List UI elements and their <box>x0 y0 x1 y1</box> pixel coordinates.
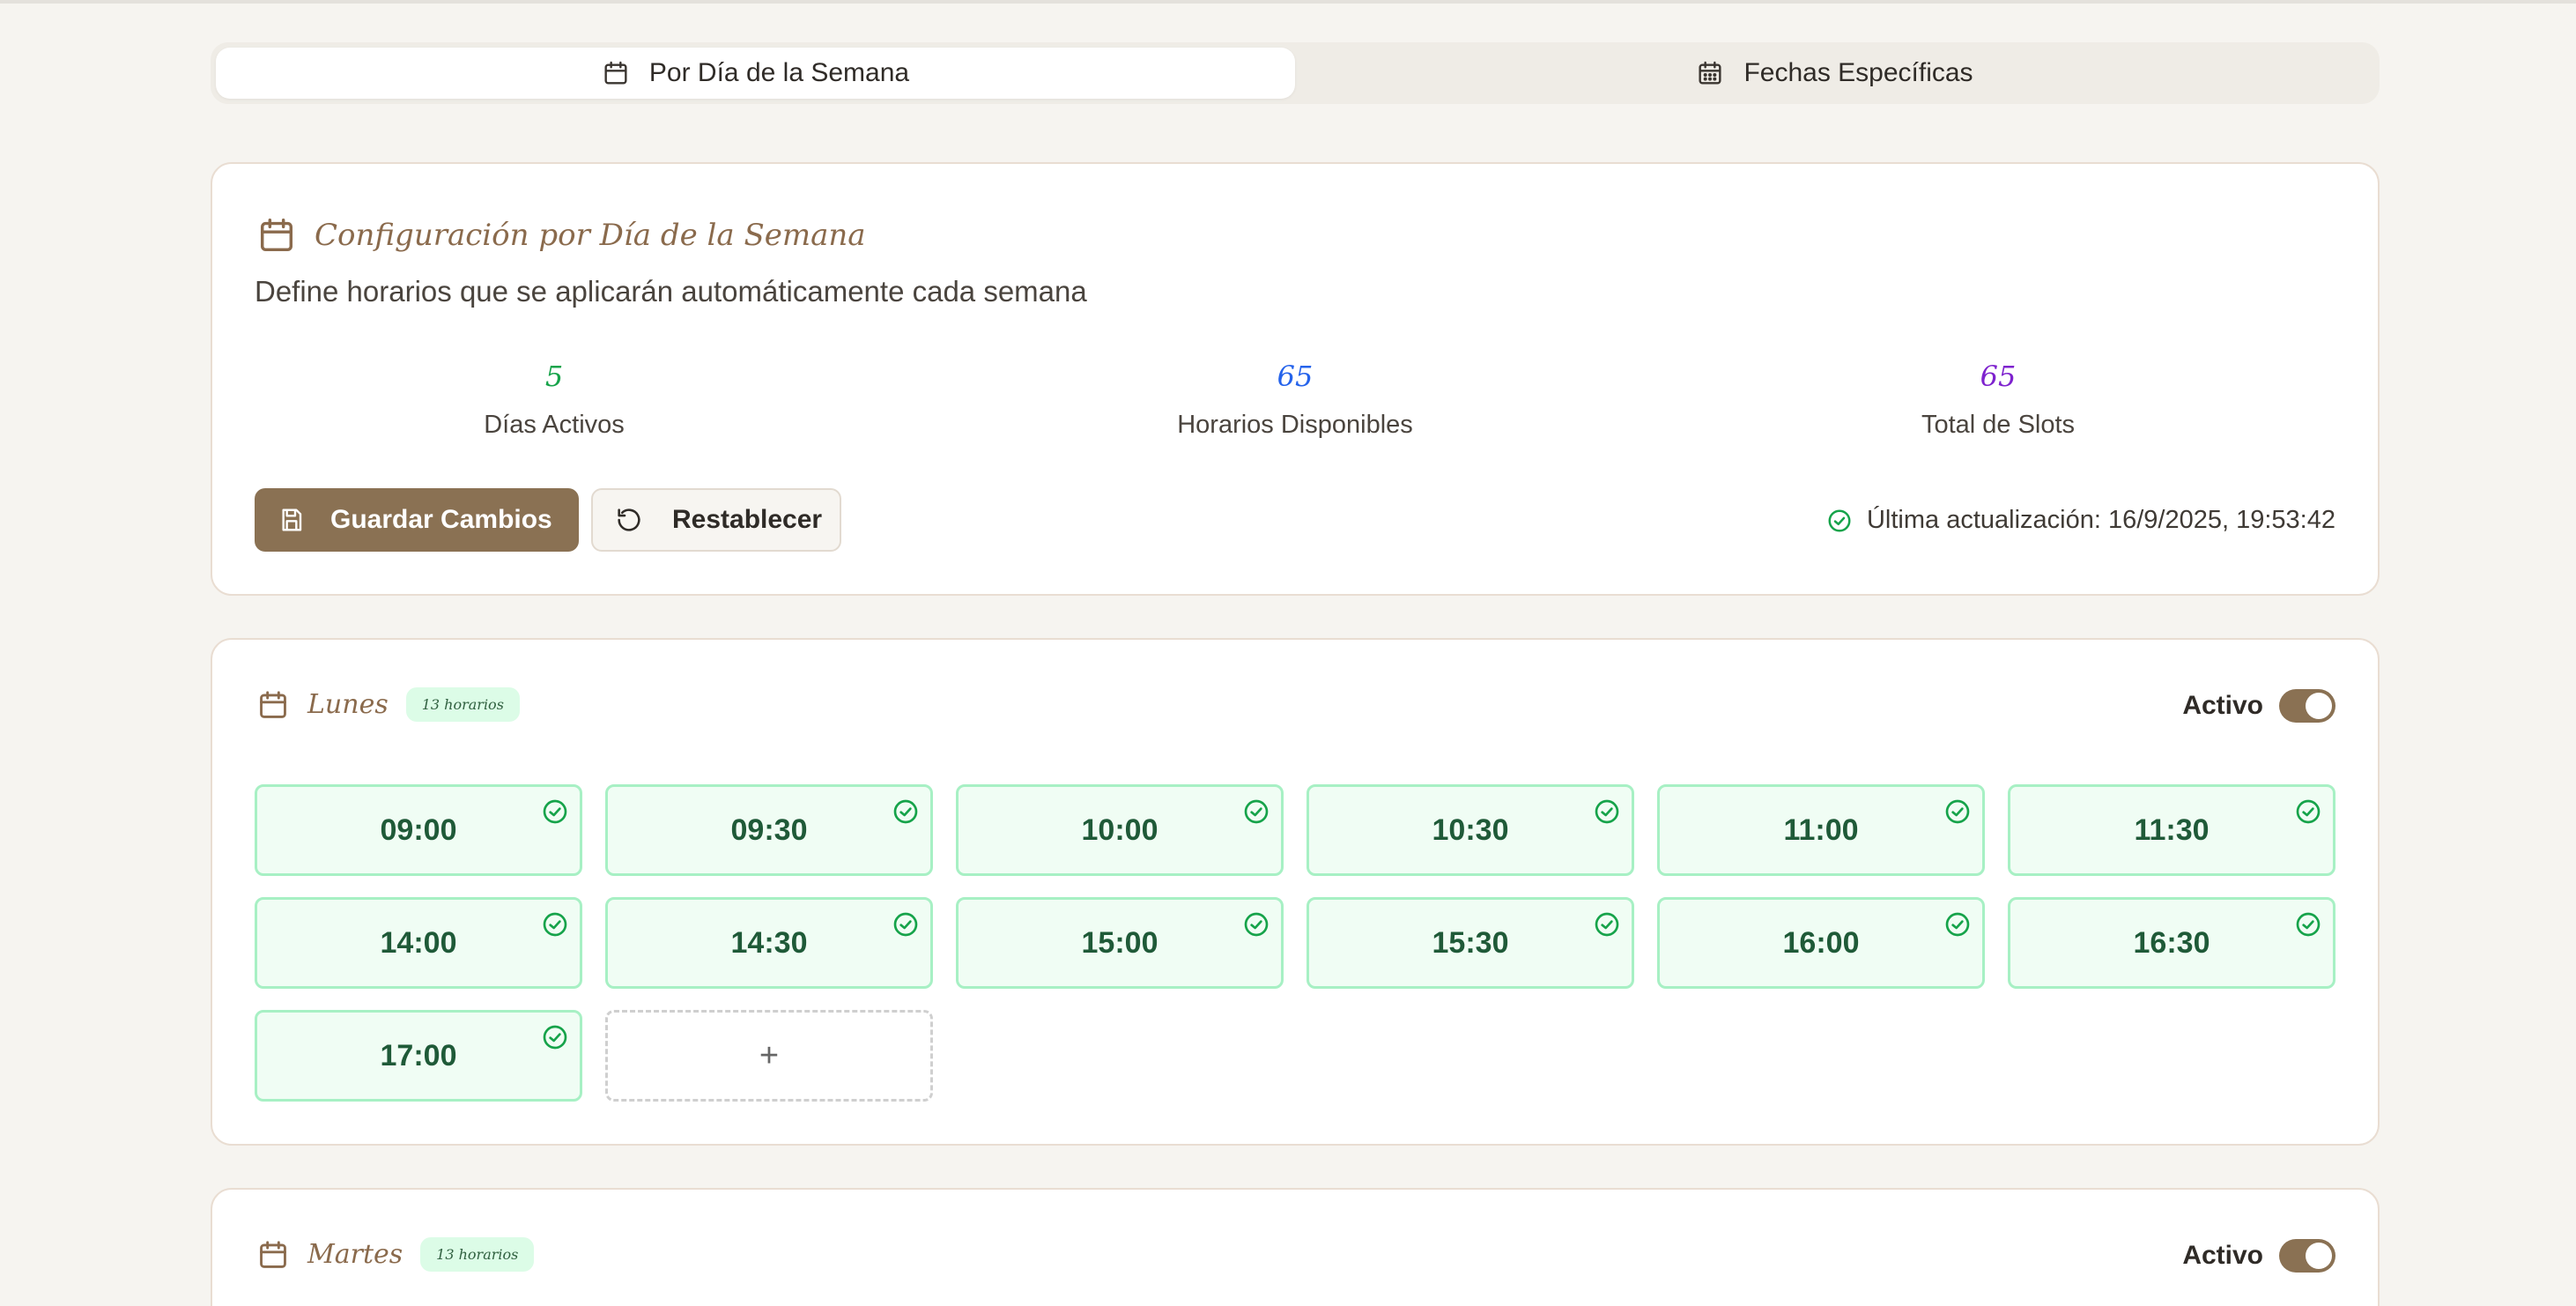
reset-button[interactable]: Restablecer <box>591 488 841 552</box>
check-circle-icon <box>1945 799 1970 824</box>
time-slot[interactable]: 11:00 <box>1657 784 1985 876</box>
slot-time: 16:00 <box>1782 925 1860 960</box>
check-circle-icon <box>543 1025 567 1050</box>
day-card-lunes: Lunes 13 horarios Activo 09:00 09:30 10:… <box>211 638 2380 1146</box>
time-slot[interactable]: 09:30 <box>605 784 933 876</box>
day-header: Lunes 13 horarios <box>256 687 520 722</box>
slot-time: 10:00 <box>1081 813 1158 847</box>
slot-time: 14:00 <box>380 925 457 960</box>
calendar-icon <box>604 61 627 85</box>
calendar-icon <box>260 1240 286 1268</box>
save-button-label: Guardar Cambios <box>330 505 552 534</box>
calendar-icon <box>260 219 293 252</box>
active-toggle[interactable] <box>2279 689 2335 723</box>
stat-value: 65 <box>1980 360 2017 393</box>
view-tabs: Por Día de la Semana Fechas Específicas <box>211 42 2380 104</box>
slot-time: 15:00 <box>1081 925 1158 960</box>
time-slot[interactable]: 17:00 <box>255 1010 582 1102</box>
time-slot[interactable]: 09:00 <box>255 784 582 876</box>
time-slot[interactable]: 14:30 <box>605 897 933 989</box>
time-slot[interactable]: 15:00 <box>956 897 1284 989</box>
day-name: Lunes <box>307 689 389 720</box>
check-circle-icon <box>1828 509 1851 531</box>
day-status: Activo <box>2182 689 2335 723</box>
add-slot-button[interactable]: + <box>605 1010 933 1102</box>
slot-count-badge: 13 horarios <box>405 687 520 722</box>
time-slot[interactable]: 16:00 <box>1657 897 1985 989</box>
stat-label: Total de Slots <box>1921 411 2076 439</box>
stat-label: Horarios Disponibles <box>1177 411 1413 439</box>
tab-fechas-especificas[interactable]: Fechas Específicas <box>1295 48 2374 99</box>
time-slot[interactable]: 10:30 <box>1307 784 1634 876</box>
rotate-ccw-icon <box>618 508 640 531</box>
day-status: Activo <box>2182 1239 2335 1273</box>
check-circle-icon <box>543 799 567 824</box>
slot-time: 17:00 <box>380 1038 457 1072</box>
reset-button-label: Restablecer <box>672 505 823 534</box>
check-circle-icon <box>893 912 918 937</box>
config-header: Configuración por Día de la Semana <box>256 215 866 256</box>
config-title: Configuración por Día de la Semana <box>315 218 866 253</box>
tab-por-dia-de-la-semana[interactable]: Por Día de la Semana <box>216 48 1295 99</box>
last-update-text: Última actualización: 16/9/2025, 19:53:4… <box>1866 506 2335 534</box>
time-slot[interactable]: 14:00 <box>255 897 582 989</box>
check-circle-icon <box>1595 799 1619 824</box>
check-circle-icon <box>893 799 918 824</box>
save-button[interactable]: Guardar Cambios <box>255 488 579 552</box>
time-slot[interactable]: 16:30 <box>2008 897 2335 989</box>
check-circle-icon <box>1244 912 1269 937</box>
slot-time: 11:30 <box>2134 813 2210 847</box>
day-name: Martes <box>307 1239 403 1270</box>
calendar-grid-icon <box>1699 61 1721 85</box>
check-circle-icon <box>2296 912 2321 937</box>
time-slot[interactable]: 15:30 <box>1307 897 1634 989</box>
slot-time: 09:30 <box>730 813 808 847</box>
active-toggle[interactable] <box>2279 1239 2335 1273</box>
status-label: Activo <box>2182 691 2263 720</box>
calendar-icon <box>260 690 286 718</box>
check-circle-icon <box>1945 912 1970 937</box>
config-subtitle: Define horarios que se aplicarán automát… <box>255 275 1087 308</box>
time-slot[interactable]: 10:00 <box>956 784 1284 876</box>
stat-horarios-disponibles: 65 Horarios Disponibles <box>1048 360 1542 440</box>
stat-label: Días Activos <box>484 411 625 439</box>
slot-time: 10:30 <box>1432 813 1509 847</box>
top-divider <box>0 0 2576 4</box>
slot-time: 15:30 <box>1432 925 1509 960</box>
time-slot-grid: 09:00 09:30 10:00 10:30 11:00 11:30 14:0… <box>255 784 2337 1102</box>
stat-value: 65 <box>1277 360 1314 393</box>
check-circle-icon <box>543 912 567 937</box>
slot-time: 11:00 <box>1783 813 1859 847</box>
add-label: + <box>759 1036 780 1074</box>
check-circle-icon <box>2296 799 2321 824</box>
tab-label: Por Día de la Semana <box>648 58 910 87</box>
stat-total-slots: 65 Total de Slots <box>1751 360 2245 440</box>
status-label: Activo <box>2182 1241 2263 1270</box>
slot-count-badge: 13 horarios <box>420 1237 535 1272</box>
tab-label: Fechas Específicas <box>1743 58 1973 87</box>
stat-value: 5 <box>544 360 564 393</box>
day-card-martes: Martes 13 horarios Activo <box>211 1188 2380 1306</box>
last-update: Última actualización: 16/9/2025, 19:53:4… <box>1826 506 2335 535</box>
slot-time: 14:30 <box>730 925 808 960</box>
slot-time: 09:00 <box>380 813 457 847</box>
check-circle-icon <box>1244 799 1269 824</box>
weekly-config-card: Configuración por Día de la Semana Defin… <box>211 162 2380 596</box>
stat-dias-activos: 5 Días Activos <box>307 360 801 440</box>
check-circle-icon <box>1595 912 1619 937</box>
save-icon <box>282 508 302 531</box>
day-header: Martes 13 horarios <box>256 1237 535 1272</box>
time-slot[interactable]: 11:30 <box>2008 784 2335 876</box>
slot-time: 16:30 <box>2133 925 2210 960</box>
